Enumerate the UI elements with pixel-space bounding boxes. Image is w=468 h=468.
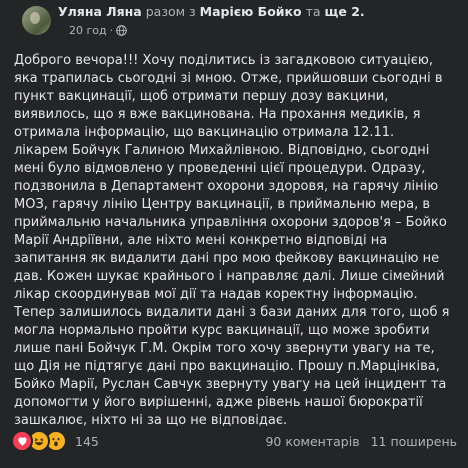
reactions-summary[interactable]: 145 [11, 430, 99, 452]
comments-count[interactable]: 90 коментарів [265, 434, 359, 449]
globe-icon [116, 25, 127, 36]
and-text: та [305, 4, 321, 19]
facebook-post: Уляна Ляна разом з Марією Бойко та ще 2.… [0, 0, 468, 468]
with-text: разом з [145, 4, 196, 19]
tagged-person[interactable]: Марією Бойко [200, 4, 302, 19]
reaction-count: 145 [75, 433, 99, 449]
post-footer: 145 90 коментарів 11 поширень [0, 430, 468, 454]
heart-icon [11, 430, 33, 452]
meta-separator: · [109, 24, 114, 37]
avatar[interactable] [22, 6, 51, 35]
post-header: Уляна Ляна разом з Марією Бойко та ще 2.… [11, 0, 457, 44]
post-body: Доброго вечора!!! Хочу поділитись із заг… [14, 53, 450, 428]
others-link[interactable]: ще 2. [325, 4, 365, 19]
shares-count[interactable]: 11 поширень [371, 434, 457, 449]
post-timestamp[interactable]: 20 год [69, 24, 107, 37]
engagement-stats: 90 коментарів 11 поширень [265, 430, 457, 452]
author-name[interactable]: Уляна Ляна [58, 4, 142, 19]
post-meta: 20 год · [69, 24, 127, 38]
author-line: Уляна Ляна разом з Марією Бойко та ще 2. [58, 3, 365, 21]
